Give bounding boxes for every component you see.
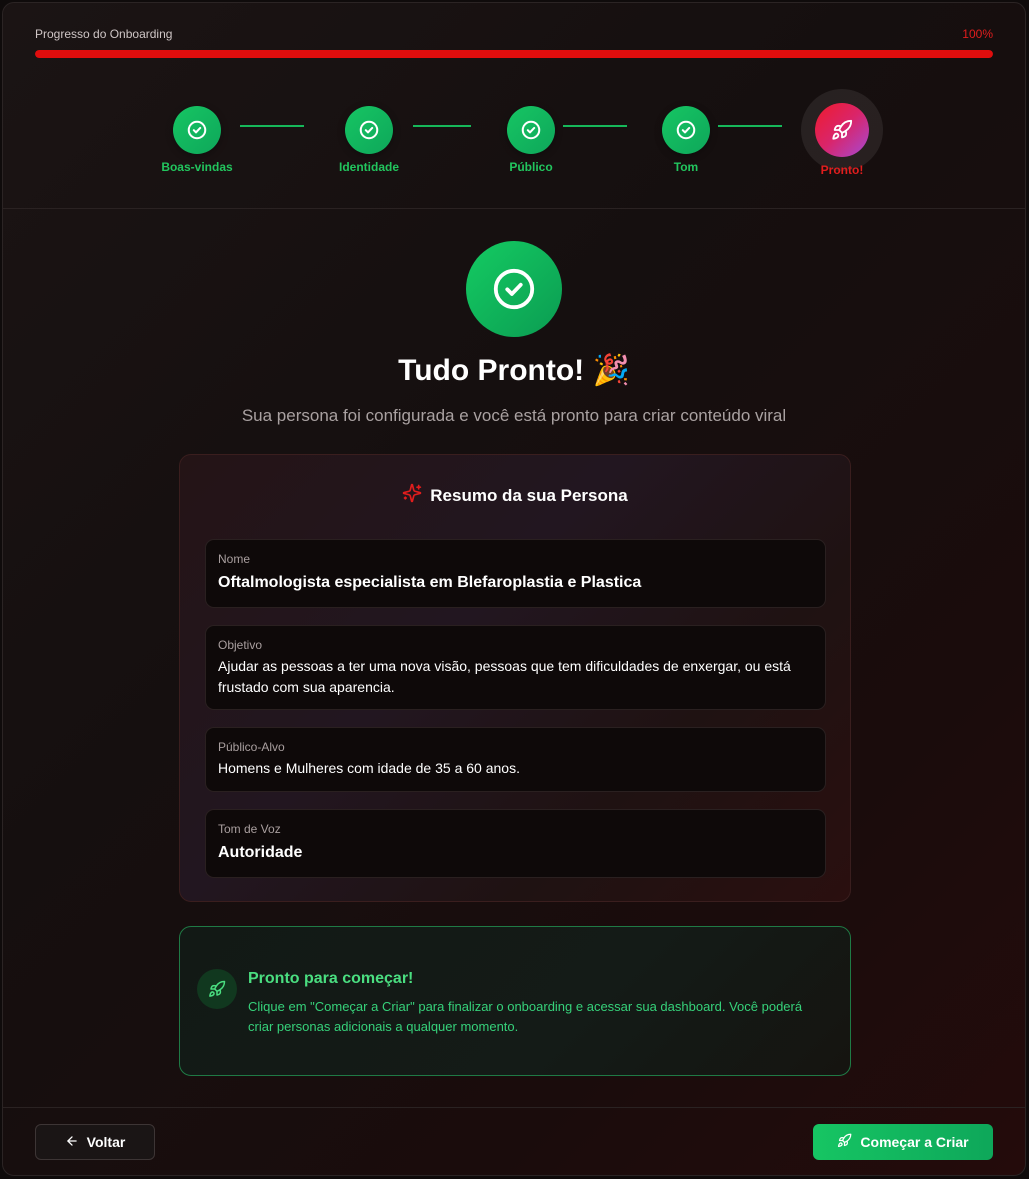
step-tom[interactable]: Tom [636, 106, 736, 174]
field-value: Autoridade [218, 844, 303, 861]
arrow-left-icon [65, 1134, 79, 1151]
check-circle-icon [345, 106, 393, 154]
sparkles-icon [402, 483, 422, 508]
step-connector [240, 125, 304, 127]
step-label: Tom [673, 160, 699, 174]
step-label: Boas-vindas [161, 160, 233, 174]
step-pronto[interactable]: Pronto! [792, 103, 892, 177]
summary-title: Resumo da sua Persona [430, 485, 628, 505]
field-publico-alvo: Público-Alvo Homens e Mulheres com idade… [205, 727, 826, 792]
rocket-icon [197, 969, 237, 1009]
onboarding-window: Progresso do Onboarding 100% Boas-vindas… [2, 2, 1026, 1176]
field-label: Tom de Voz [218, 822, 281, 836]
ready-text: Clique em "Começar a Criar" para finaliz… [248, 999, 803, 1034]
start-button-label: Começar a Criar [860, 1134, 969, 1150]
ready-title: Pronto para começar! [248, 970, 414, 987]
rocket-icon [815, 103, 869, 157]
progress-bar-fill [35, 50, 993, 58]
footer-divider [3, 1107, 1025, 1108]
check-circle-icon [507, 106, 555, 154]
field-value: Homens e Mulheres com idade de 35 a 60 a… [218, 760, 520, 776]
rocket-icon [837, 1133, 852, 1151]
start-creating-button[interactable]: Começar a Criar [813, 1124, 993, 1160]
step-label: Público [509, 160, 553, 174]
progress-label: Progresso do Onboarding [35, 27, 173, 41]
step-label: Identidade [338, 160, 399, 174]
field-tom-de-voz: Tom de Voz Autoridade [205, 809, 826, 878]
step-label: Pronto! [820, 163, 864, 177]
back-button[interactable]: Voltar [35, 1124, 155, 1160]
check-circle-icon [662, 106, 710, 154]
step-identidade[interactable]: Identidade [319, 106, 419, 174]
progress-bar [35, 50, 993, 58]
field-value: Ajudar as pessoas a ter uma nova visão, … [218, 658, 791, 695]
back-button-label: Voltar [86, 1134, 126, 1150]
field-label: Público-Alvo [218, 740, 285, 754]
persona-summary-card: Resumo da sua Persona Nome Oftalmologist… [179, 454, 851, 902]
field-nome: Nome Oftalmologista especialista em Blef… [205, 539, 826, 608]
page-subtitle: Sua persona foi configurada e você está … [241, 406, 787, 425]
check-circle-icon [466, 241, 562, 337]
check-circle-icon [173, 106, 221, 154]
page-title: Tudo Pronto! 🎉 [398, 354, 630, 387]
step-boas-vindas[interactable]: Boas-vindas [147, 106, 247, 174]
progress-percent: 100% [962, 27, 993, 41]
field-label: Nome [218, 552, 251, 566]
summary-header: Resumo da sua Persona [180, 483, 850, 508]
step-publico[interactable]: Público [481, 106, 581, 174]
ready-info-card: Pronto para começar! Clique em "Começar … [179, 926, 851, 1076]
step-connector [413, 125, 471, 127]
field-label: Objetivo [218, 638, 263, 652]
header-divider [3, 208, 1025, 209]
field-objetivo: Objetivo Ajudar as pessoas a ter uma nov… [205, 625, 826, 710]
field-value: Oftalmologista especialista em Blefaropl… [218, 574, 642, 591]
